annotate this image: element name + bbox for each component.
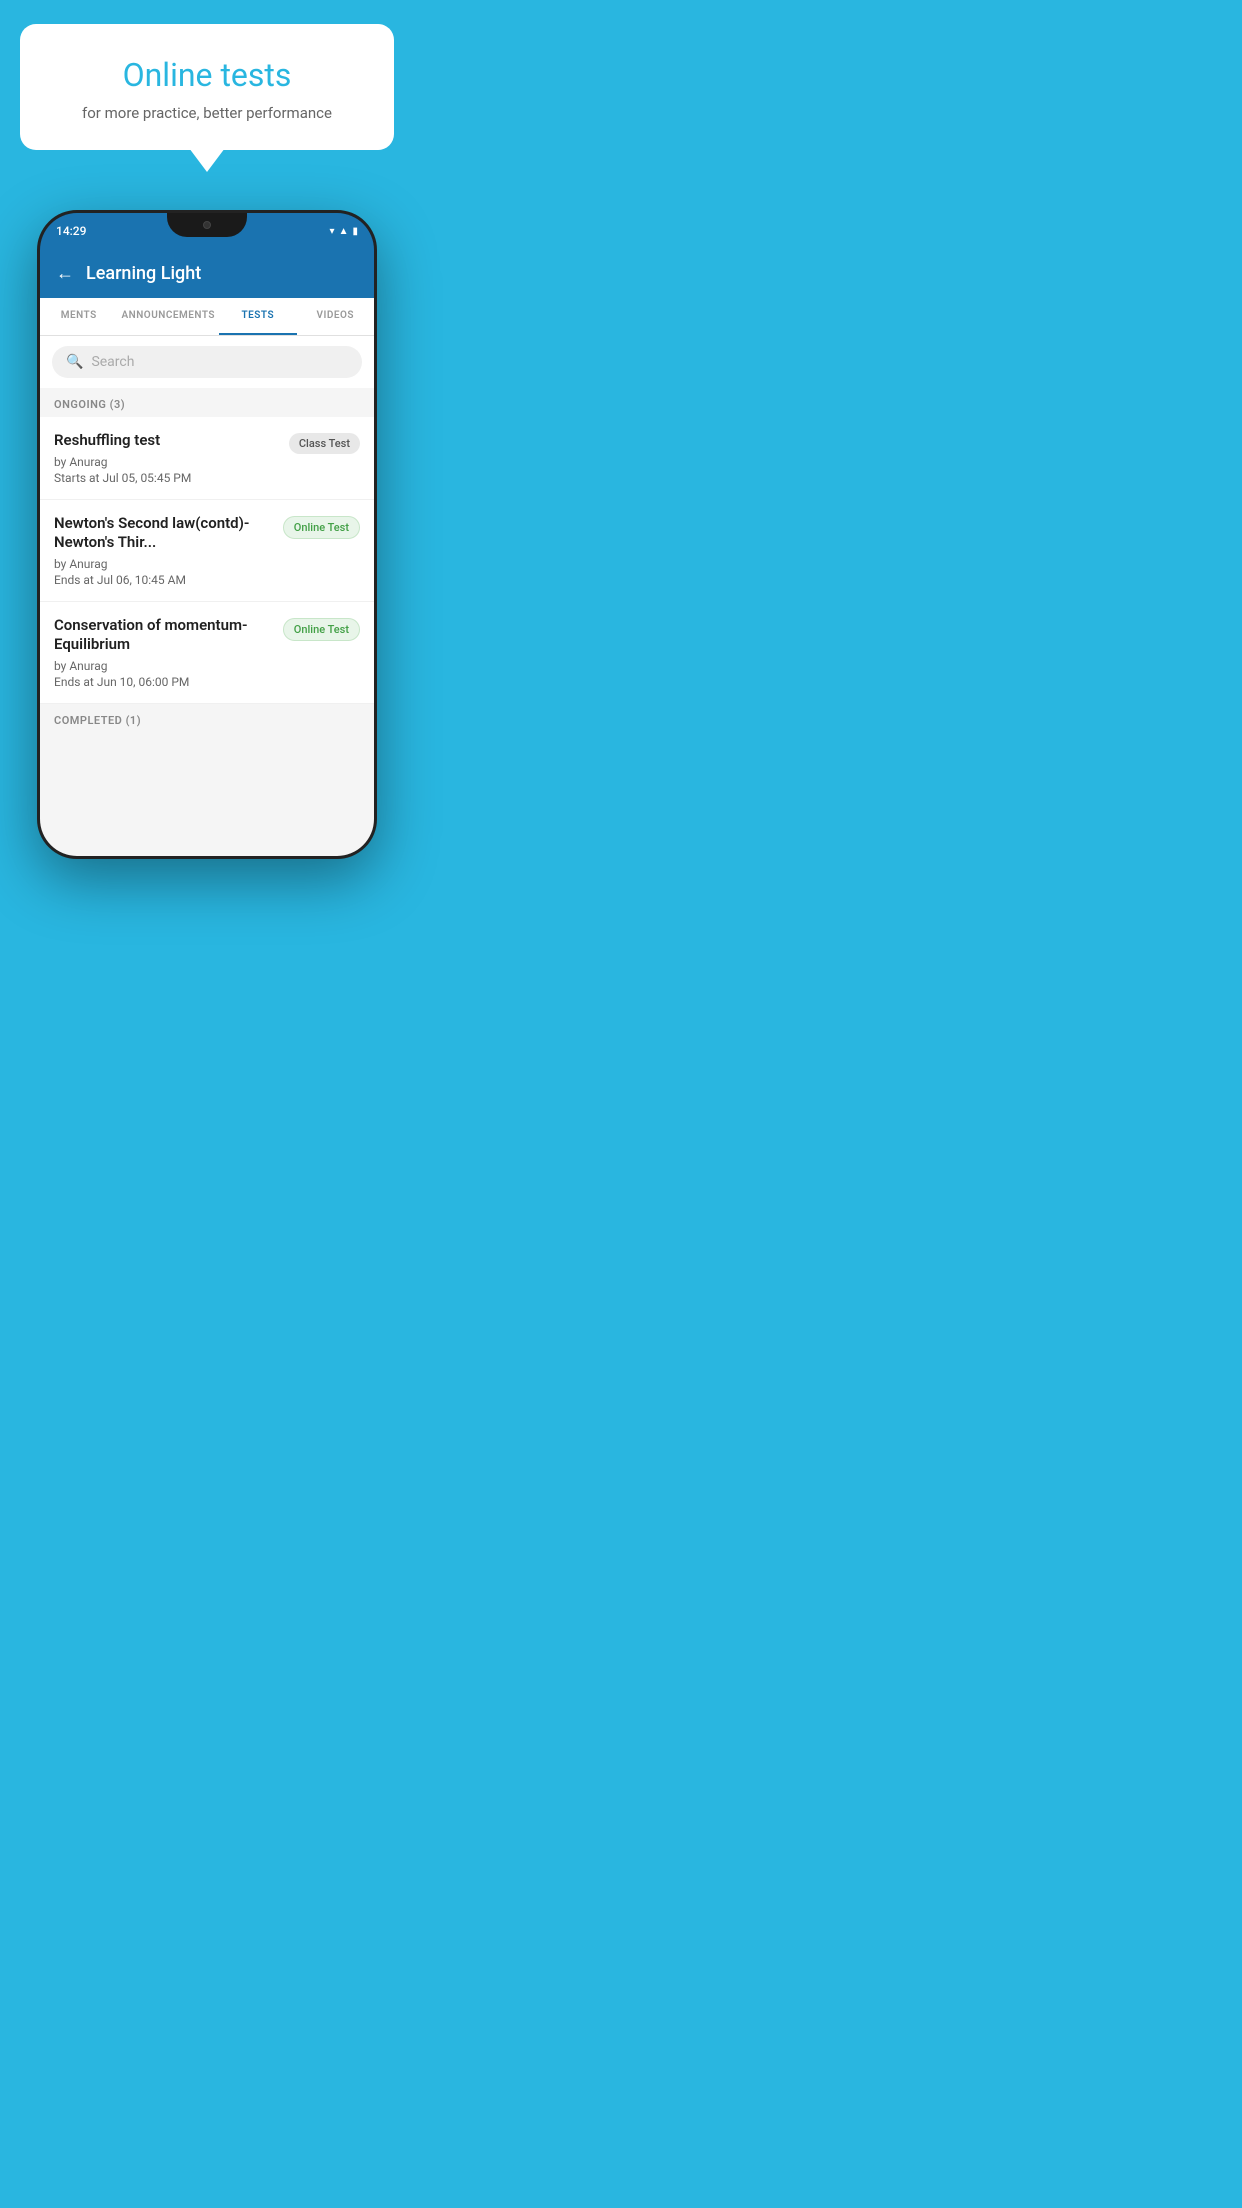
app-title: Learning Light	[86, 263, 201, 284]
tab-ments[interactable]: MENTS	[40, 298, 117, 335]
test-by-conservation: by Anurag	[54, 659, 273, 673]
test-by-reshuffling: by Anurag	[54, 455, 279, 469]
test-info-reshuffling: Reshuffling test by Anurag Starts at Jul…	[54, 431, 279, 485]
phone-mockup: 14:29 ▾ ▲ ▮ ← Learning Light MENTS ANNOU…	[37, 210, 377, 859]
phone-bottom	[40, 836, 374, 856]
status-icons: ▾ ▲ ▮	[330, 226, 358, 237]
tab-videos[interactable]: VIDEOS	[297, 298, 374, 335]
wifi-icon: ▾	[330, 226, 335, 237]
badge-online-test-newtons: Online Test	[283, 516, 360, 539]
app-header: ← Learning Light	[40, 249, 374, 298]
test-date-value-reshuffling: Jul 05, 05:45 PM	[102, 471, 191, 485]
test-date-label-reshuffling: Starts at	[54, 471, 100, 485]
tab-tests[interactable]: TESTS	[219, 298, 296, 335]
badge-online-test-conservation: Online Test	[283, 618, 360, 641]
camera-dot	[203, 221, 211, 229]
tab-announcements[interactable]: ANNOUNCEMENTS	[117, 298, 219, 335]
test-info-newtons: Newton's Second law(contd)-Newton's Thir…	[54, 514, 273, 587]
test-date-label-conservation: Ends at	[54, 675, 94, 689]
search-input[interactable]: Search	[91, 354, 134, 370]
test-date-label-newtons: Ends at	[54, 573, 94, 587]
search-bar[interactable]: 🔍 Search	[52, 346, 362, 378]
battery-icon: ▮	[352, 226, 358, 237]
phone-content: 🔍 Search ONGOING (3) Reshuffling test by…	[40, 336, 374, 836]
signal-icon: ▲	[339, 226, 349, 237]
status-time: 14:29	[56, 224, 86, 238]
ongoing-section-header: ONGOING (3)	[40, 388, 374, 417]
test-date-value-newtons: Jul 06, 10:45 AM	[97, 573, 186, 587]
test-date-reshuffling: Starts at Jul 05, 05:45 PM	[54, 471, 279, 485]
status-bar: 14:29 ▾ ▲ ▮	[40, 213, 374, 249]
bubble-subtitle: for more practice, better performance	[48, 104, 366, 122]
test-name-newtons: Newton's Second law(contd)-Newton's Thir…	[54, 514, 273, 553]
notch	[167, 213, 247, 237]
test-date-value-conservation: Jun 10, 06:00 PM	[97, 675, 190, 689]
test-date-conservation: Ends at Jun 10, 06:00 PM	[54, 675, 273, 689]
test-item-reshuffling[interactable]: Reshuffling test by Anurag Starts at Jul…	[40, 417, 374, 500]
test-by-newtons: by Anurag	[54, 557, 273, 571]
tabs-bar: MENTS ANNOUNCEMENTS TESTS VIDEOS	[40, 298, 374, 336]
search-icon: 🔍	[66, 354, 83, 370]
speech-bubble: Online tests for more practice, better p…	[20, 24, 394, 150]
badge-class-test-reshuffling: Class Test	[289, 433, 360, 454]
test-info-conservation: Conservation of momentum-Equilibrium by …	[54, 616, 273, 689]
test-item-conservation[interactable]: Conservation of momentum-Equilibrium by …	[40, 602, 374, 704]
test-name-reshuffling: Reshuffling test	[54, 431, 279, 451]
test-name-conservation: Conservation of momentum-Equilibrium	[54, 616, 273, 655]
completed-section-header: COMPLETED (1)	[40, 704, 374, 733]
back-button[interactable]: ←	[56, 263, 74, 284]
test-date-newtons: Ends at Jul 06, 10:45 AM	[54, 573, 273, 587]
search-container: 🔍 Search	[40, 336, 374, 388]
test-item-newtons[interactable]: Newton's Second law(contd)-Newton's Thir…	[40, 500, 374, 602]
bubble-title: Online tests	[48, 56, 366, 94]
speech-bubble-container: Online tests for more practice, better p…	[0, 0, 414, 150]
